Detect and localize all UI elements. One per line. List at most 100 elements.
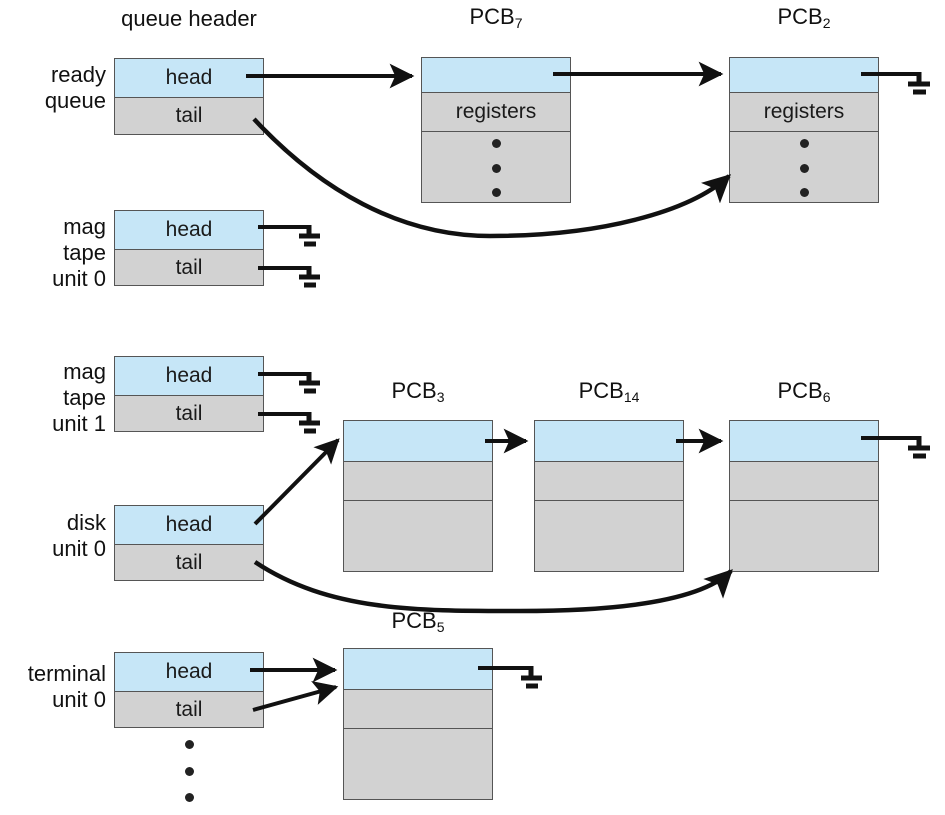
pcb3-caption: PCB3 [343,378,493,405]
pcb3-caption-subscript: 3 [436,389,445,405]
ground-icon-mag-tape-unit-0-tail [258,266,320,288]
terminal-unit-0-tail-cell[interactable]: tail [115,691,263,727]
queue-header-box-mag-tape-unit-0[interactable]: head tail [114,210,264,286]
mag-tape-unit-1-label-line1: mag [63,359,106,384]
queue-header-box-ready-queue[interactable]: head tail [114,58,264,135]
disk-unit-0-tail-label: tail [175,550,203,574]
pcb6-caption-text: PCB [777,378,823,403]
ellipsis-dot [184,740,194,749]
mag-tape-unit-0-label-line3: unit 0 [52,265,106,291]
terminal-unit-0-tail-label: tail [175,697,203,721]
mag-tape-unit-0-tail-label: tail [175,255,203,279]
mag-tape-unit-0-label-line2: tape [63,239,106,265]
mag-tape-unit-1-label: mag tape unit 1 [0,359,106,437]
pcb14-body-cell[interactable] [535,500,683,571]
pcb7-registers-cell[interactable]: registers [422,92,570,131]
ellipsis-dot [799,163,809,173]
mag-tape-unit-1-head-cell[interactable]: head [115,357,263,395]
pcb5-caption-subscript: 5 [436,619,445,635]
pcb3-box[interactable] [343,420,493,572]
vertical-ellipsis-icon-pcb7 [490,139,502,197]
pcb6-registers-cell[interactable] [730,461,878,500]
ellipsis-dot [184,766,194,776]
pcb6-caption-subscript: 6 [822,389,831,405]
pcb2-pointer-cell[interactable] [730,58,878,92]
mag-tape-unit-0-head-cell[interactable]: head [115,211,263,249]
ellipsis-dot [491,188,501,197]
pcb2-caption-subscript: 2 [822,15,831,31]
pcb2-registers-cell[interactable]: registers [730,92,878,131]
ready-queue-label-line1: ready [50,62,106,87]
pcb14-caption: PCB14 [534,378,684,405]
pcb2-caption-text: PCB [777,4,823,29]
pcb5-caption-text: PCB [391,608,437,633]
mag-tape-unit-0-head-label: head [165,218,213,241]
mag-tape-unit-1-label-line3: unit 1 [52,410,106,436]
pcb7-pointer-cell[interactable] [422,58,570,92]
disk-unit-0-label: disk unit 0 [0,510,106,562]
terminal-unit-0-label-line1: terminal [27,661,106,686]
pcb14-registers-cell[interactable] [535,461,683,500]
ready-queue-tail-cell[interactable]: tail [115,97,263,134]
mag-tape-unit-1-label-line2: tape [63,384,106,410]
terminal-unit-0-head-label: head [165,660,213,683]
vertical-ellipsis-icon-terminal-queue [183,740,195,802]
disk-unit-0-tail-cell[interactable]: tail [115,544,263,580]
ellipsis-dot [799,188,809,197]
ground-icon-mag-tape-unit-1-head [258,372,320,394]
disk-unit-0-label-line2: unit 0 [52,535,106,561]
mag-tape-unit-1-tail-label: tail [175,401,203,425]
pcb7-caption-text: PCB [469,4,515,29]
mag-tape-unit-1-head-label: head [165,364,213,387]
queue-header-caption: queue header [114,6,264,32]
pcb5-body-cell[interactable] [344,728,492,799]
vertical-ellipsis-icon-pcb2 [798,139,810,197]
ready-queue-tail-label: tail [175,104,203,127]
pcb5-registers-cell[interactable] [344,689,492,728]
pcb3-pointer-cell[interactable] [344,421,492,461]
pcb5-box[interactable] [343,648,493,800]
ready-queue-label: ready queue [0,62,106,114]
ellipsis-dot [799,139,809,148]
pcb14-pointer-cell[interactable] [535,421,683,461]
pcb3-registers-cell[interactable] [344,461,492,500]
pcb6-caption: PCB6 [729,378,879,405]
disk-unit-0-label-line1: disk [66,510,106,535]
pcb7-registers-label: registers [455,100,537,123]
ground-icon-mag-tape-unit-1-tail [258,412,320,434]
ready-queue-label-line2: queue [44,87,106,113]
queue-header-text: queue header [121,6,257,31]
pcb7-caption-subscript: 7 [514,15,523,31]
ellipsis-dot [184,793,194,802]
pcb7-caption: PCB7 [421,4,571,31]
mag-tape-unit-0-tail-cell[interactable]: tail [115,249,263,285]
queue-header-box-terminal-unit-0[interactable]: head tail [114,652,264,728]
ready-queue-head-cell[interactable]: head [115,59,263,97]
mag-tape-unit-0-label-line1: mag [63,214,106,239]
mag-tape-unit-1-tail-cell[interactable]: tail [115,395,263,431]
disk-unit-0-head-label: head [165,513,213,536]
queue-header-box-disk-unit-0[interactable]: head tail [114,505,264,581]
ground-icon-mag-tape-unit-0-head [258,225,320,247]
arrow-icon-disk-head-to-pcb3 [253,438,340,526]
pcb6-body-cell[interactable] [730,500,878,571]
pcb14-box[interactable] [534,420,684,572]
terminal-unit-0-label-line2: unit 0 [52,686,106,712]
pcb3-body-cell[interactable] [344,500,492,571]
ellipsis-dot [491,139,501,148]
ellipsis-dot [491,163,501,173]
pcb5-pointer-cell[interactable] [344,649,492,689]
terminal-unit-0-label: terminal unit 0 [0,661,106,713]
arrow-icon-terminal-tail-to-pcb5 [252,681,339,712]
pcb14-caption-text: PCB [578,378,624,403]
process-scheduling-queues-diagram: queue header PCB7 PCB2 PCB3 PCB14 PCB6 P… [0,0,945,815]
pcb14-caption-subscript: 14 [623,389,640,405]
ready-queue-head-label: head [165,66,213,89]
mag-tape-unit-0-label: mag tape unit 0 [0,214,106,292]
pcb3-caption-text: PCB [391,378,437,403]
pcb6-box[interactable] [729,420,879,572]
pcb6-pointer-cell[interactable] [730,421,878,461]
terminal-unit-0-head-cell[interactable]: head [115,653,263,691]
disk-unit-0-head-cell[interactable]: head [115,506,263,544]
queue-header-box-mag-tape-unit-1[interactable]: head tail [114,356,264,432]
